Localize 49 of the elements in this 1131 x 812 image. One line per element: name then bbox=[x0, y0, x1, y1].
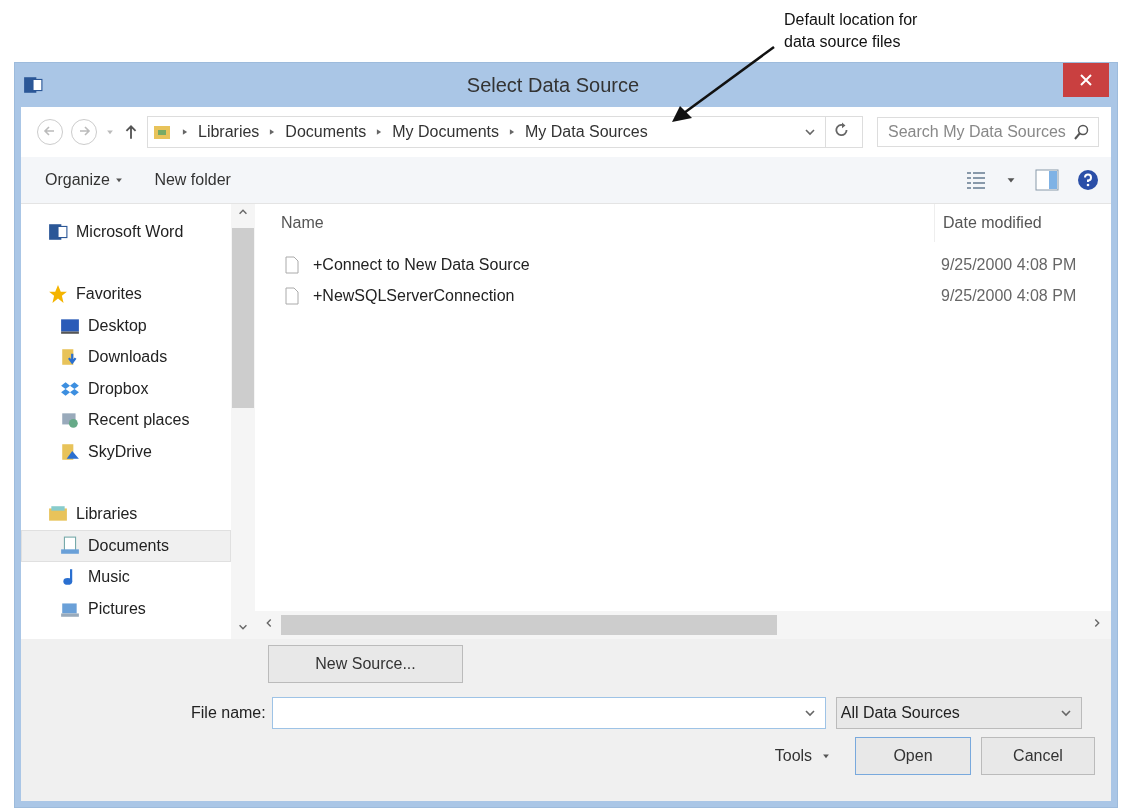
sidebar-item[interactable]: Libraries bbox=[21, 498, 231, 530]
sidebar-item[interactable]: Favorites bbox=[21, 278, 231, 310]
sidebar-item[interactable]: Recent places bbox=[21, 404, 231, 436]
open-button[interactable]: Open bbox=[855, 737, 971, 775]
scrollbar-thumb[interactable] bbox=[232, 228, 254, 408]
tools-button[interactable]: Tools bbox=[768, 746, 837, 766]
cancel-button[interactable]: Cancel bbox=[981, 737, 1095, 775]
sidebar-item[interactable]: Dropbox bbox=[21, 373, 231, 405]
scrollbar-thumb[interactable] bbox=[281, 615, 777, 635]
refresh-icon bbox=[834, 121, 850, 138]
file-name-field[interactable] bbox=[271, 697, 826, 729]
sidebar-item[interactable]: Desktop bbox=[21, 310, 231, 342]
file-date: 9/25/2000 4:08 PM bbox=[941, 255, 1078, 274]
breadcrumb[interactable]: Libraries bbox=[198, 123, 260, 141]
new-source-button[interactable]: New Source... bbox=[268, 645, 463, 683]
sidebar-item[interactable]: Music bbox=[21, 561, 231, 593]
new-folder-button[interactable]: New folder bbox=[148, 167, 237, 193]
column-header[interactable]: Name bbox=[255, 214, 934, 232]
sidebar-item[interactable]: Downloads bbox=[21, 341, 231, 373]
callout-text: Default location for data source files bbox=[784, 10, 918, 52]
view-list-icon[interactable] bbox=[965, 170, 987, 190]
file-type-dropdown[interactable]: All Data Sources bbox=[835, 697, 1082, 729]
file-name-label: File name: bbox=[191, 704, 266, 722]
close-button[interactable] bbox=[1063, 63, 1109, 97]
column-header[interactable]: Date modified bbox=[934, 204, 1111, 242]
organize-button[interactable]: Organize bbox=[39, 167, 131, 193]
window-title: Select Data Source bbox=[465, 73, 641, 97]
breadcrumb[interactable]: My Data Sources bbox=[525, 123, 648, 141]
address-bar[interactable]: Libraries Documents My Documents My Data Sources bbox=[147, 116, 863, 148]
file-icon bbox=[285, 286, 299, 305]
breadcrumb[interactable]: Documents bbox=[285, 123, 367, 141]
up-arrow-icon[interactable] bbox=[123, 124, 139, 140]
breadcrumb[interactable]: My Documents bbox=[392, 123, 499, 141]
file-icon bbox=[285, 255, 299, 274]
file-date: 9/25/2000 4:08 PM bbox=[941, 286, 1078, 305]
sidebar-item[interactable]: Pictures bbox=[21, 593, 231, 625]
file-name[interactable]: +Connect to New Data Source bbox=[313, 255, 530, 274]
close-icon bbox=[1079, 72, 1093, 87]
help-icon[interactable] bbox=[1077, 169, 1099, 191]
search-icon bbox=[1074, 124, 1090, 140]
folder-icon bbox=[152, 123, 172, 141]
star-icon bbox=[48, 284, 68, 305]
sidebar-item[interactable]: Microsoft Word bbox=[21, 216, 231, 248]
back-arrow-icon bbox=[43, 123, 57, 138]
sidebar-item[interactable]: SkyDrive bbox=[21, 436, 231, 468]
file-name[interactable]: +NewSQLServerConnection bbox=[313, 286, 515, 305]
sidebar-item[interactable]: Documents bbox=[21, 530, 231, 562]
forward-arrow-icon bbox=[77, 123, 91, 138]
search-field[interactable]: Search My Data Sources bbox=[877, 117, 1099, 147]
